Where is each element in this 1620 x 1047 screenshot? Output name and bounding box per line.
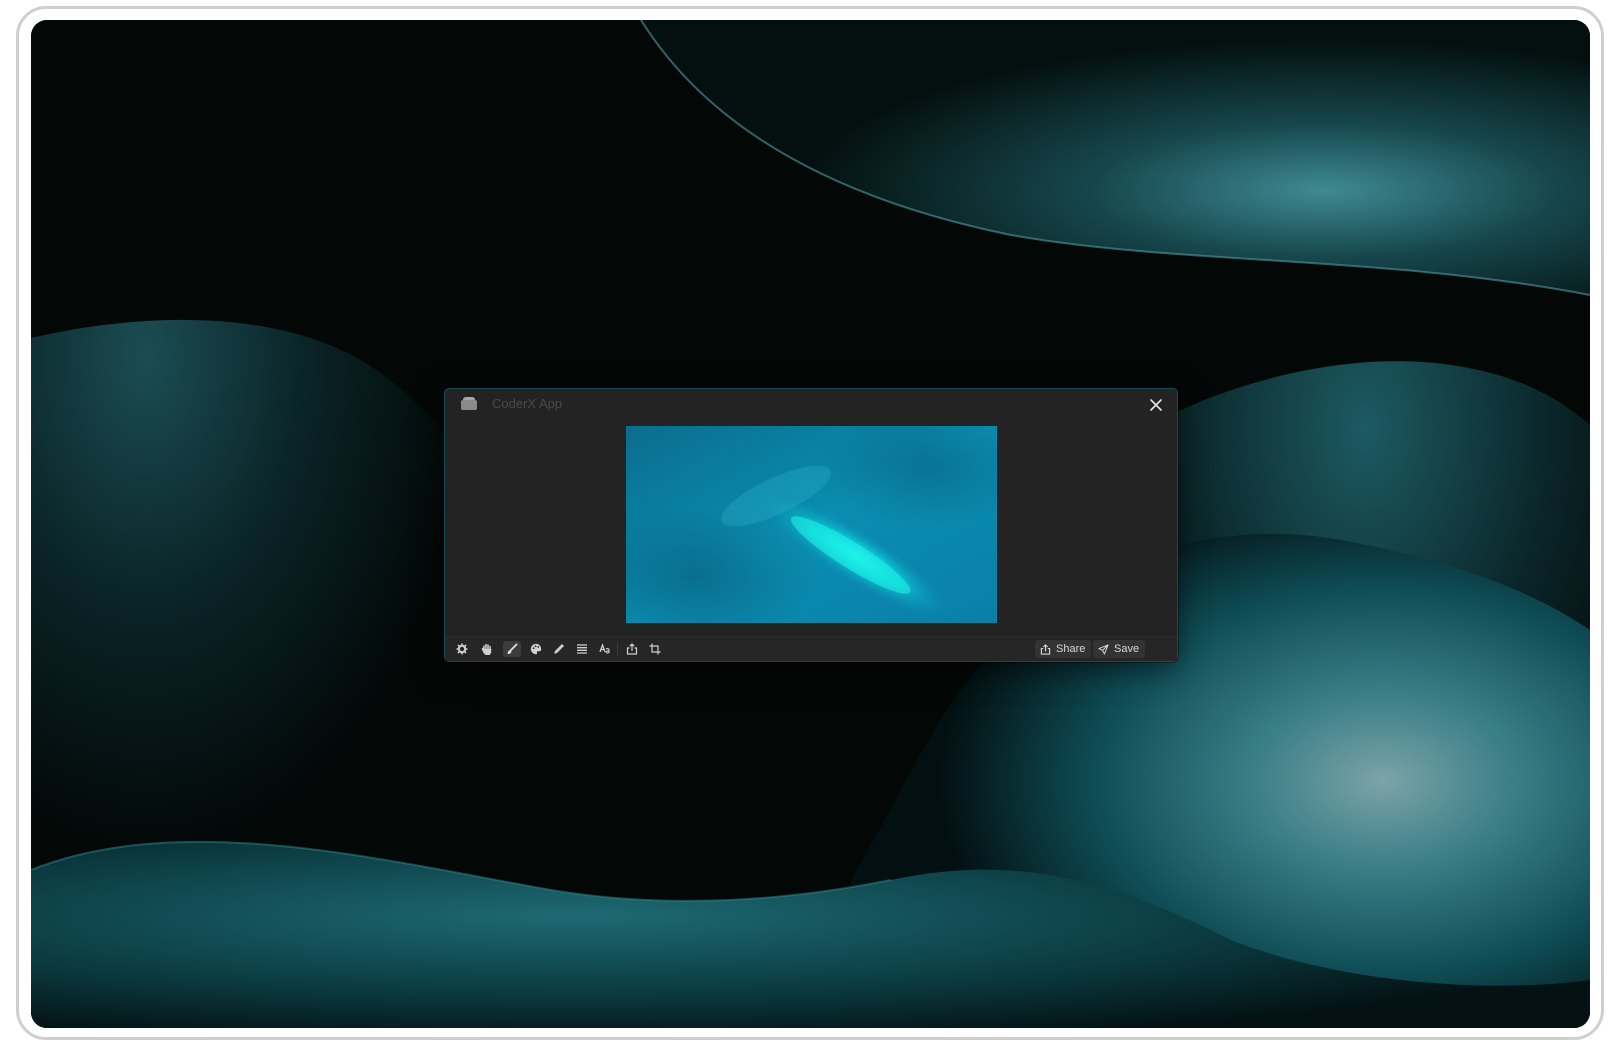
lines-icon xyxy=(577,644,587,654)
text-style-icon xyxy=(599,643,610,654)
app-window: CoderX App Share Save xyxy=(444,388,1178,662)
save-label: Save xyxy=(1114,643,1140,655)
pen-tool[interactable] xyxy=(550,641,568,657)
text-style-tool[interactable] xyxy=(596,641,614,657)
close-icon xyxy=(1150,399,1162,411)
crop-tool[interactable] xyxy=(646,641,664,657)
send-icon xyxy=(1098,643,1109,655)
crop-icon xyxy=(649,643,661,655)
window-title: CoderX App xyxy=(492,396,563,411)
share-label: Share xyxy=(1056,643,1086,655)
brush-tool[interactable] xyxy=(503,641,521,657)
app-logo-icon xyxy=(460,396,478,411)
lines-tool[interactable] xyxy=(573,641,591,657)
close-button[interactable] xyxy=(1145,394,1167,416)
pan-tool[interactable] xyxy=(478,641,496,657)
palette-icon xyxy=(530,643,542,655)
bottom-toolbar: Share Save xyxy=(445,636,1177,661)
hand-icon xyxy=(481,643,492,655)
settings-tool[interactable] xyxy=(453,641,471,657)
gear-icon xyxy=(456,643,468,655)
export-icon xyxy=(626,643,638,655)
pen-icon xyxy=(554,644,564,654)
brush-icon xyxy=(507,643,518,655)
window-titlebar: CoderX App xyxy=(445,389,1177,419)
save-button[interactable]: Save xyxy=(1093,640,1146,658)
share-button[interactable]: Share xyxy=(1035,640,1092,658)
share-icon xyxy=(1040,643,1051,655)
toolbar-separator xyxy=(617,643,618,655)
export-tool[interactable] xyxy=(623,641,641,657)
image-preview xyxy=(626,426,997,623)
color-tool[interactable] xyxy=(527,641,545,657)
